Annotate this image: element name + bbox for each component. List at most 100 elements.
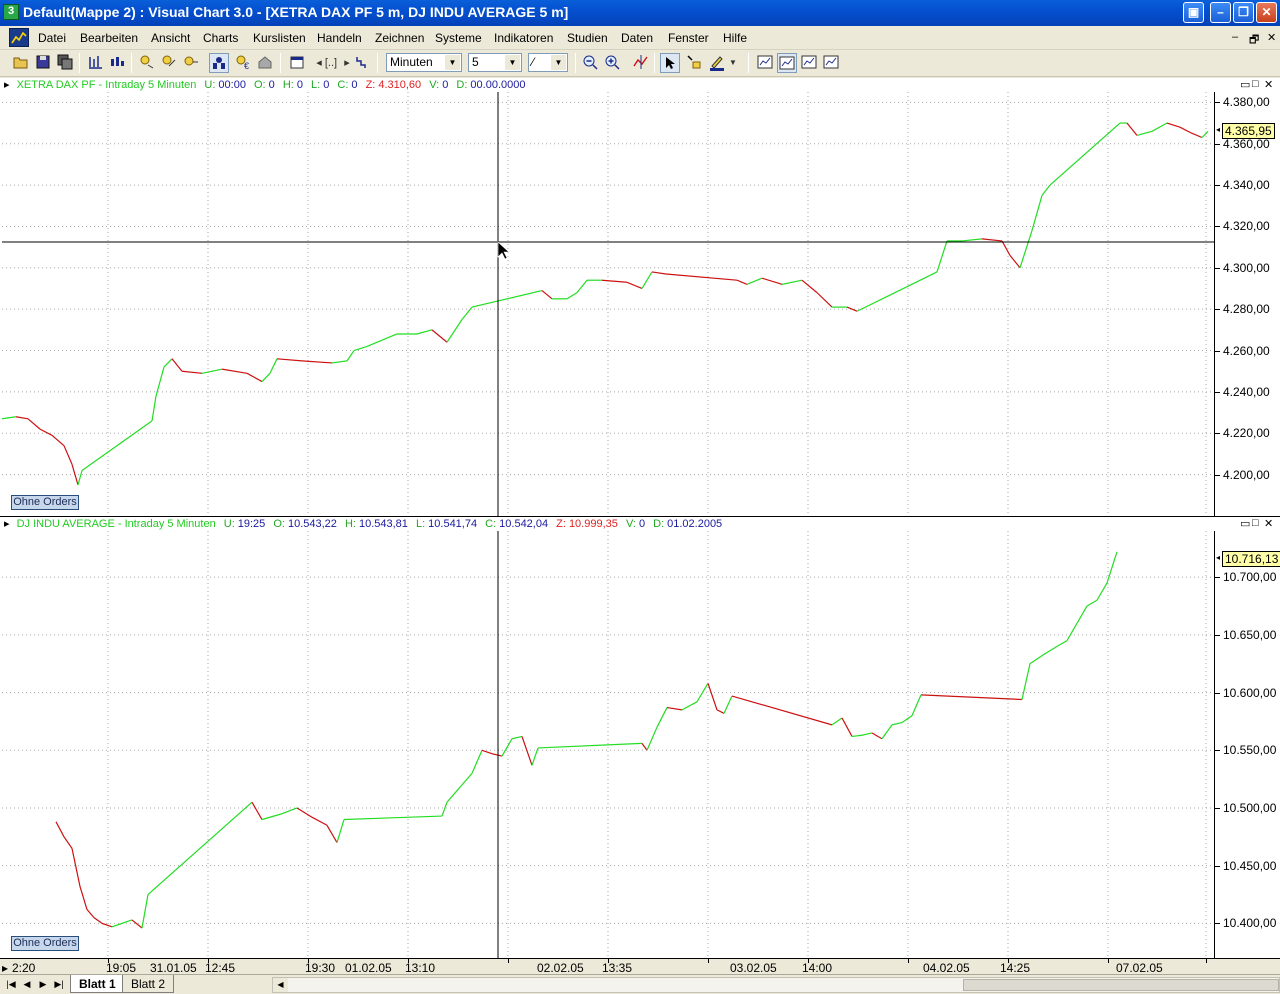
open-icon[interactable]: [11, 53, 31, 73]
first-sheet-icon[interactable]: |◀: [4, 977, 18, 992]
price-segment: [656, 707, 668, 728]
price-segment: [851, 734, 863, 738]
zoom-out-icon[interactable]: [580, 53, 600, 73]
menu-fenster[interactable]: Fenster: [668, 31, 709, 45]
pane-minimize-icon[interactable]: ▭: [1240, 78, 1250, 91]
step-chart-icon[interactable]: [353, 53, 373, 73]
price-axis-dj[interactable]: 10.700,00 10.650,00 10.600,00 10.550,00 10.5…: [1214, 531, 1280, 958]
pen-color-icon[interactable]: [707, 53, 727, 73]
expand-arrow-icon[interactable]: ▸: [4, 79, 10, 91]
price-segment: [1191, 132, 1203, 139]
close-button[interactable]: ✕: [1256, 2, 1277, 23]
price-axis-dax[interactable]: 4.380,00 4.360,00 4.340,00 4.320,00 4.300,00…: [1214, 92, 1280, 516]
next-sheet-icon[interactable]: ▶: [36, 977, 50, 992]
system-icon[interactable]: [181, 53, 201, 73]
d-value: 00.00.0000: [470, 79, 526, 91]
indicator-icon[interactable]: [137, 53, 157, 73]
window-layout-2-icon[interactable]: [777, 53, 797, 73]
u-value: 19:25: [237, 518, 266, 530]
menu-systeme[interactable]: Systeme: [435, 31, 482, 45]
draw-line-icon[interactable]: [684, 53, 704, 73]
price-segment: [147, 801, 253, 895]
window-layout-1-icon[interactable]: [755, 53, 775, 73]
menu-hilfe[interactable]: Hilfe: [723, 31, 747, 45]
orders-button[interactable]: Ohne Orders: [11, 495, 79, 510]
axis-tick: [1215, 309, 1220, 311]
price-chart-dj[interactable]: [2, 531, 1214, 958]
orders-button[interactable]: Ohne Orders: [11, 936, 79, 951]
crosshair-chart-icon[interactable]: [631, 53, 651, 73]
menu-zeichnen[interactable]: Zeichnen: [375, 31, 424, 45]
expand-arrow-icon[interactable]: ▸: [4, 518, 10, 530]
price-segment: [471, 289, 543, 308]
menu-daten[interactable]: Daten: [621, 31, 653, 45]
last-price-pointer-icon: ◂: [1216, 125, 1221, 135]
app-menu-icon[interactable]: ▣: [1183, 2, 1204, 23]
time-axis-label: 01.02.05: [345, 961, 392, 975]
candle-chart-icon[interactable]: [107, 53, 127, 73]
time-axis-tick: [908, 959, 909, 963]
pane-maximize-icon[interactable]: □: [1252, 78, 1259, 90]
menu-ansicht[interactable]: Ansicht: [151, 31, 190, 45]
h-value: 0: [296, 79, 303, 91]
price-axis-label: 4.340,00: [1223, 178, 1270, 193]
menu-indikatoren[interactable]: Indikatoren: [494, 31, 553, 45]
scroll-left-arrow-icon[interactable]: ◀: [273, 978, 288, 992]
pane-minimize-icon[interactable]: ▭: [1240, 517, 1250, 530]
sheet-tab-blatt-2[interactable]: Blatt 2: [122, 975, 175, 993]
mdi-close-icon[interactable]: ✕: [1267, 31, 1276, 44]
save-icon[interactable]: [33, 53, 53, 73]
last-sheet-icon[interactable]: ▶|: [52, 977, 66, 992]
mdi-restore-icon[interactable]: 🗗: [1249, 31, 1259, 50]
pane-close-icon[interactable]: ✕: [1264, 517, 1273, 530]
price-segment: [716, 709, 725, 714]
menu-bearbeiten[interactable]: Bearbeiten: [80, 31, 138, 45]
restore-button[interactable]: ❐: [1233, 2, 1254, 23]
window-layout-4-icon[interactable]: [821, 53, 841, 73]
prev-sheet-icon[interactable]: ◀: [20, 977, 34, 992]
pane-maximize-icon[interactable]: □: [1252, 517, 1259, 529]
cursor-icon[interactable]: [660, 53, 680, 73]
time-axis-tick: [408, 959, 409, 963]
line-style-select[interactable]: ⁄ ▼: [528, 53, 568, 72]
price-segment: [131, 919, 143, 929]
window-layout-3-icon[interactable]: [799, 53, 819, 73]
price-segment: [537, 742, 643, 749]
period-value-select[interactable]: 5 ▼: [468, 53, 522, 72]
sheet-tab-blatt-1[interactable]: Blatt 1: [70, 975, 125, 993]
price-segment: [981, 238, 1003, 242]
time-axis[interactable]: ▸ 2:20 19:05 31.01.05 12:45 19:30 01.02.05 13:…: [0, 958, 1280, 975]
zoom-in-icon[interactable]: [602, 53, 622, 73]
price-segment: [151, 395, 157, 421]
v-label: V:: [625, 518, 636, 530]
mdi-minimize-icon[interactable]: –: [1232, 31, 1238, 43]
price-segment: [521, 736, 533, 766]
menu-datei[interactable]: Datei: [38, 31, 66, 45]
menu-kurslisten[interactable]: Kurslisten: [253, 31, 306, 45]
house-icon[interactable]: [255, 53, 275, 73]
menu-handeln[interactable]: Handeln: [317, 31, 362, 45]
price-chart-dax[interactable]: [2, 92, 1214, 516]
document-chart-icon[interactable]: [9, 28, 29, 47]
horizontal-scrollbar[interactable]: ◀: [272, 977, 1280, 993]
price-segment: [441, 801, 448, 817]
price-segment: [343, 815, 443, 821]
toolbar-separator: [131, 53, 132, 73]
save-all-icon[interactable]: [55, 53, 75, 73]
pen-color-dropdown-icon[interactable]: ▼: [727, 53, 739, 73]
time-axis-label: 2:20: [12, 961, 36, 975]
price-segment: [261, 813, 283, 821]
scrollbar-thumb[interactable]: [963, 979, 1279, 991]
properties-icon[interactable]: [287, 53, 307, 73]
price-axis-label: 10.650,00: [1223, 627, 1277, 642]
portfolio-icon[interactable]: [209, 53, 229, 73]
bar-chart-icon[interactable]: [85, 53, 105, 73]
minimize-button[interactable]: –: [1210, 2, 1231, 23]
period-unit-select[interactable]: Minuten ▼: [386, 53, 462, 72]
study-icon[interactable]: [159, 53, 179, 73]
menu-studien[interactable]: Studien: [567, 31, 608, 45]
currency-icon[interactable]: €: [233, 53, 253, 73]
pane-close-icon[interactable]: ✕: [1264, 78, 1273, 91]
menu-charts[interactable]: Charts: [203, 31, 238, 45]
title-bar[interactable]: 3 Default(Mappe 2) : Visual Chart 3.0 - …: [0, 0, 1280, 26]
